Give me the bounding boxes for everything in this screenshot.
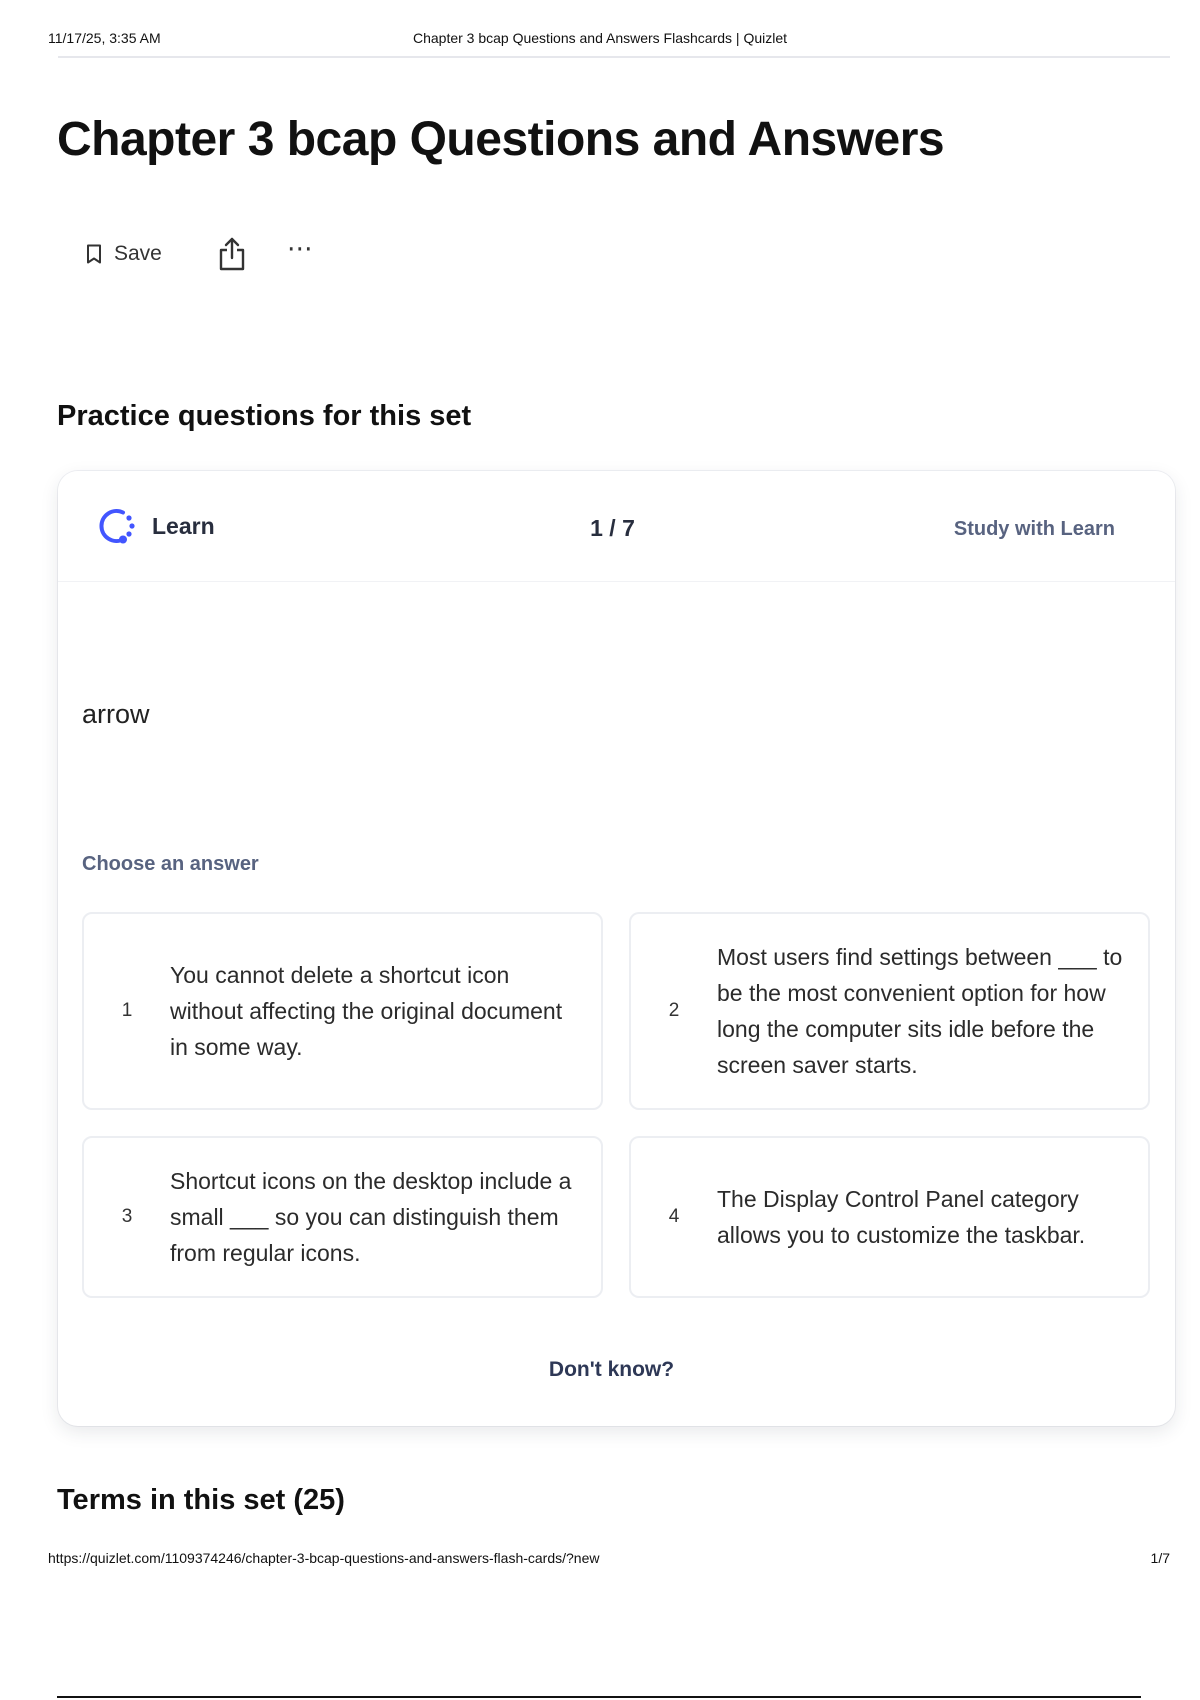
print-header: 11/17/25, 3:35 AM Chapter 3 bcap Questio… [48,30,1152,50]
option-number: 4 [668,1206,680,1227]
answer-option-1[interactable]: 1 You cannot delete a shortcut icon with… [82,912,603,1110]
dont-know-button[interactable]: Don't know? [53,1358,1170,1382]
save-button[interactable]: Save [86,242,162,266]
save-label: Save [114,242,162,265]
option-text: Shortcut icons on the desktop include a … [170,1168,572,1266]
answer-option-2[interactable]: 2 Most users find settings between ___ t… [629,912,1150,1110]
answer-option-3[interactable]: 3 Shortcut icons on the desktop include … [82,1136,603,1298]
option-number: 3 [121,1206,133,1227]
option-text: You cannot delete a shortcut icon withou… [170,962,563,1060]
bottom-divider [57,1696,1141,1698]
bookmark-icon [87,244,101,264]
print-url: https://quizlet.com/1109374246/chapter-3… [48,1550,600,1566]
more-options-icon[interactable]: ⋯ [287,235,315,261]
option-number: 2 [668,1000,680,1021]
print-page-number: 1/7 [1150,1550,1170,1566]
answer-option-4[interactable]: 4 The Display Control Panel category all… [629,1136,1150,1298]
question-term: arrow [82,699,150,729]
page-title: Chapter 3 bcap Questions and Answers [57,113,945,166]
choose-answer-label: Choose an answer [82,853,259,875]
practice-heading: Practice questions for this set [57,400,472,432]
option-text: Most users find settings between ___ to … [717,944,1123,1078]
practice-card-header: Learn 1 / 7 Study with Learn [58,471,1175,582]
set-toolbar: Save ⋯ [86,235,315,272]
option-text: The Display Control Panel category allow… [717,1186,1086,1248]
practice-card: Learn 1 / 7 Study with Learn arrow Choos… [58,471,1175,1426]
study-with-learn-link[interactable]: Study with Learn [954,518,1115,541]
header-divider [58,56,1170,58]
share-icon[interactable] [217,237,247,271]
print-document-title: Chapter 3 bcap Questions and Answers Fla… [412,30,788,46]
option-number: 1 [121,1000,133,1021]
terms-heading: Terms in this set (25) [57,1484,345,1516]
